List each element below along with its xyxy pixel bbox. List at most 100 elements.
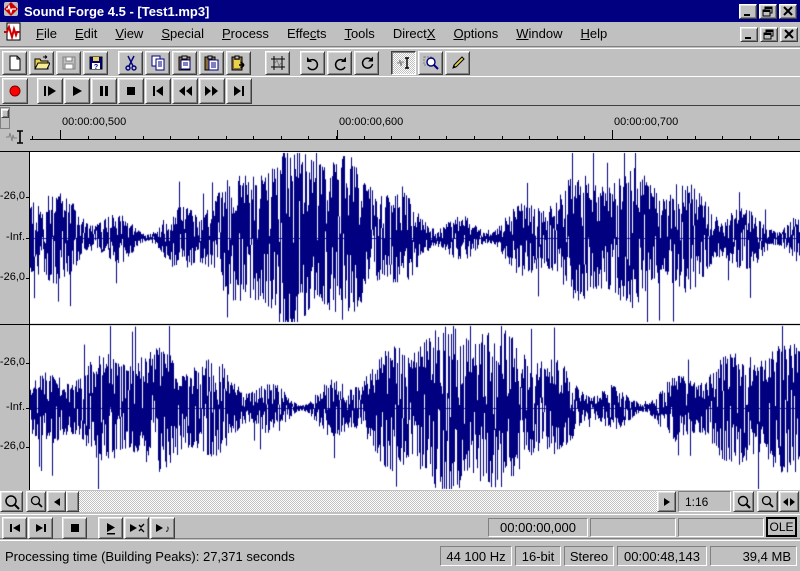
pencil-tool-button[interactable] [445, 51, 470, 75]
horizontal-scrollbar-thumb[interactable] [66, 491, 79, 512]
svg-text:?: ? [93, 64, 97, 71]
close-button[interactable] [779, 4, 797, 19]
play-all-button[interactable] [37, 78, 63, 104]
record-button[interactable] [2, 78, 28, 104]
restore-button[interactable] [759, 4, 777, 19]
playbar-go-to-start-button[interactable] [2, 517, 27, 539]
scroll-left-button[interactable] [47, 491, 66, 512]
ruler-major-tick [337, 130, 338, 139]
ruler-tick [364, 136, 365, 139]
svg-text:♪: ♪ [165, 524, 170, 535]
ruler-tick [584, 136, 585, 139]
forward-button[interactable] [199, 78, 225, 104]
playbar-play-as-sample-button[interactable]: ♪ [150, 517, 175, 539]
menu-item-directx[interactable]: DirectX [384, 22, 445, 46]
open-button[interactable] [29, 51, 54, 75]
edit-tool-button[interactable] [391, 51, 416, 75]
ole-drag-source[interactable]: OLE [766, 517, 797, 537]
playbar-play-plugin-button[interactable] [124, 517, 149, 539]
menu-item-options[interactable]: Options [444, 22, 507, 46]
cut-button[interactable] [118, 51, 143, 75]
play-button[interactable] [64, 78, 90, 104]
zoom-normal-button[interactable] [26, 491, 46, 512]
child-restore-button[interactable] [760, 27, 778, 42]
app-icon [3, 1, 19, 22]
undo-button[interactable] [300, 51, 325, 75]
menu-bar-items: FileEditViewSpecialProcessEffectsToolsDi… [27, 22, 616, 46]
level-tick [26, 278, 29, 279]
ruler-tick [253, 136, 254, 139]
save-as-button[interactable]: ? [83, 51, 108, 75]
copy-button[interactable] [145, 51, 170, 75]
zoom-fit-button[interactable] [779, 491, 799, 512]
paste-button[interactable] [172, 51, 197, 75]
menu-item-help[interactable]: Help [572, 22, 617, 46]
playbar-stop-button[interactable] [62, 517, 87, 539]
status-panel-3: 00:00:48,143 [617, 546, 707, 566]
menu-item-file[interactable]: File [27, 22, 66, 46]
trim-button[interactable] [265, 51, 290, 75]
new-button[interactable] [2, 51, 27, 75]
stop-button[interactable] [118, 78, 144, 104]
playbar-field-3[interactable] [678, 518, 764, 537]
status-bar: Processing time (Building Peaks): 27,371… [0, 540, 800, 571]
horizontal-scrollbar-track[interactable] [47, 491, 676, 512]
level-ruler[interactable]: -26,0-Inf.-26,0-26,0-Inf.-26,0 [0, 152, 30, 490]
redo-button[interactable] [327, 51, 352, 75]
ruler-tick [115, 136, 116, 139]
playbar-time-display[interactable]: 00:00:00,000 [488, 518, 588, 537]
repeat-button[interactable] [354, 51, 379, 75]
waveform-canvas[interactable] [30, 152, 800, 490]
ruler-tick [88, 136, 89, 139]
menu-item-edit[interactable]: Edit [66, 22, 106, 46]
go-to-end-button[interactable] [226, 78, 252, 104]
status-panel-4: 39,4 MB [710, 546, 797, 566]
go-to-start-button[interactable] [145, 78, 171, 104]
level-tick [26, 408, 29, 409]
zoom-out-button[interactable] [0, 491, 23, 512]
current-tool-indicator [2, 123, 29, 151]
ruler-tick [32, 136, 33, 139]
zoom-ratio-display[interactable]: 1:16 [678, 491, 731, 512]
pause-button[interactable] [91, 78, 117, 104]
save-button[interactable] [56, 51, 81, 75]
magnify-tool-button[interactable] [418, 51, 443, 75]
data-window: 00:00:00,50000:00:00,60000:00:00,700 -26… [0, 107, 800, 514]
ruler-tick [695, 136, 696, 139]
playbar-go-to-end-button[interactable] [28, 517, 53, 539]
zoom-in-button[interactable] [733, 491, 754, 512]
child-minimize-button[interactable] [740, 27, 758, 42]
ruler-tick [170, 136, 171, 139]
title-bar: Sound Forge 4.5 - [Test1.mp3] [0, 0, 800, 22]
playbar-play-normal-button[interactable] [98, 517, 123, 539]
status-panel-0: 44 100 Hz [440, 546, 512, 566]
level-tick [26, 447, 29, 448]
child-close-button[interactable] [780, 27, 798, 42]
menu-bar: FileEditViewSpecialProcessEffectsToolsDi… [0, 22, 800, 47]
menu-item-process[interactable]: Process [213, 22, 278, 46]
level-zoom-thumb[interactable] [1, 109, 9, 118]
playbar-field-2[interactable] [590, 518, 676, 537]
menu-item-special[interactable]: Special [152, 22, 213, 46]
paste-to-new-button[interactable] [226, 51, 251, 75]
ruler-tick [557, 136, 558, 139]
minimize-button[interactable] [739, 4, 757, 19]
ruler-tick [198, 136, 199, 139]
channel-divider [0, 324, 800, 325]
time-ruler[interactable]: 00:00:00,50000:00:00,60000:00:00,700 [30, 114, 800, 140]
menu-item-effects[interactable]: Effects [278, 22, 336, 46]
scroll-right-button[interactable] [657, 491, 676, 512]
menu-item-view[interactable]: View [106, 22, 152, 46]
status-panel-1: 16-bit [515, 546, 561, 566]
menu-item-tools[interactable]: Tools [335, 22, 383, 46]
ruler-tick [391, 136, 392, 139]
rewind-button[interactable] [172, 78, 198, 104]
paste-special-button[interactable] [199, 51, 224, 75]
window-title: Sound Forge 4.5 - [Test1.mp3] [24, 4, 737, 19]
magnify-selection-button[interactable] [757, 491, 778, 512]
zoom-scroll-row: 1:16 [0, 490, 800, 514]
level-label: -Inf. [6, 231, 25, 243]
menu-item-window[interactable]: Window [507, 22, 571, 46]
document-icon[interactable] [3, 22, 23, 47]
ruler-time-label: 00:00:00,600 [339, 116, 403, 128]
